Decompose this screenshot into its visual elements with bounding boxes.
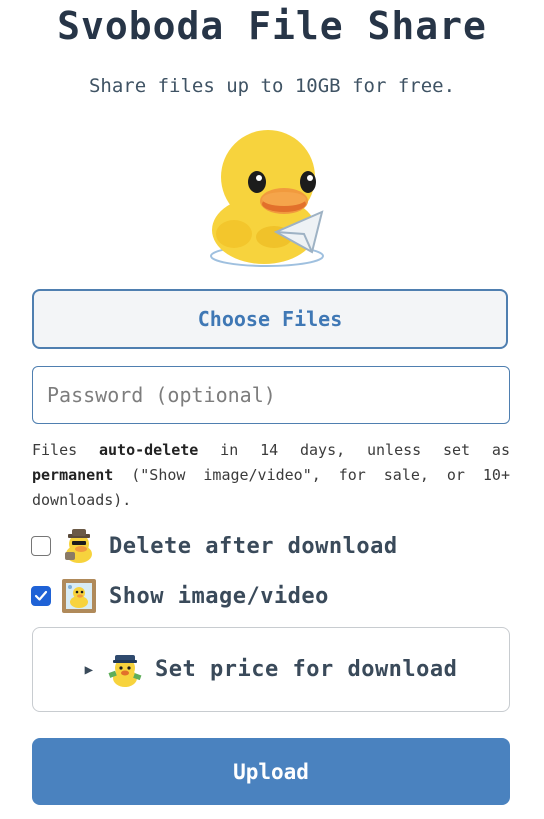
notice-bold-permanent: permanent [32,466,114,484]
delete-after-download-checkbox[interactable] [31,536,51,556]
detective-duck-icon [61,528,97,564]
show-image-video-label: Show image/video [109,583,329,609]
delete-after-download-label: Delete after download [109,533,398,559]
delete-after-download-option[interactable]: Delete after download [31,528,398,564]
duck-picture-frame-icon [61,578,97,614]
page-title: Svoboda File Share [57,4,487,48]
page-subtitle: Share files up to 10GB for free. [88,75,456,97]
set-price-label: Set price for download [155,657,458,682]
disclosure-triangle-icon: ▶ [84,661,94,678]
show-image-video-option[interactable]: Show image/video [31,578,329,614]
password-input[interactable] [32,366,510,424]
auto-delete-notice: Files auto-delete in 14 days, unless set… [32,438,510,513]
notice-text-2: in 14 days, unless set as [198,441,510,459]
choose-files-button[interactable]: Choose Files [32,289,508,349]
page: Svoboda File Share Share files up to 10G… [0,0,544,819]
notice-bold-auto-delete: auto-delete [99,441,199,459]
set-price-disclosure[interactable]: ▶ Set price for download [32,627,510,712]
upload-button[interactable]: Upload [32,738,510,805]
duck-mascot-icon [204,122,334,272]
notice-text-1: Files [32,441,99,459]
show-image-video-checkbox[interactable] [31,586,51,606]
checkmark-icon [34,590,48,601]
duck-with-money-icon [107,652,143,688]
